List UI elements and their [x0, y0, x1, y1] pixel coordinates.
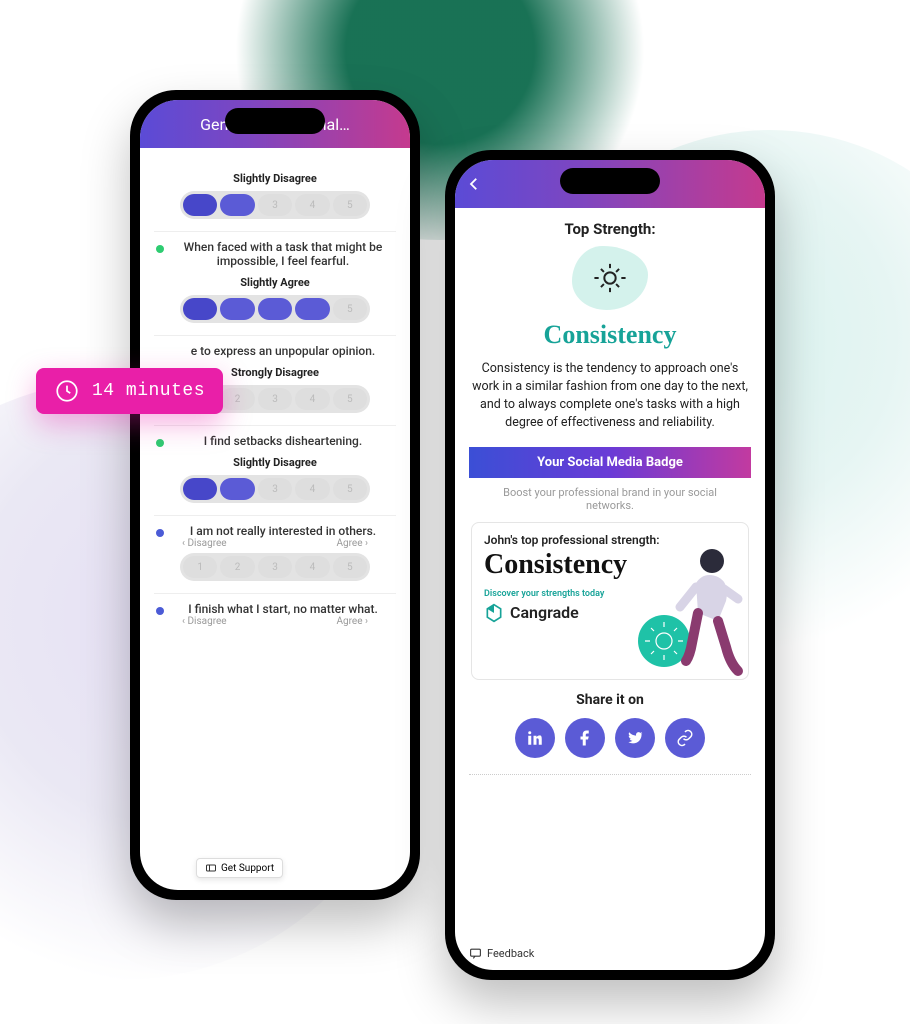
phone-survey: General M Personal… Slightly Disagree 34… — [130, 90, 420, 900]
scale-hints: Disagree Agree — [156, 616, 394, 627]
question-block: I find setbacks disheartening. Slightly … — [154, 426, 396, 516]
likert-slider[interactable]: 345 — [180, 475, 370, 503]
get-support-button[interactable]: Get Support — [196, 858, 283, 878]
time-badge: 14 minutes — [36, 368, 223, 414]
scale-hints: Disagree Agree — [156, 538, 394, 549]
social-badge-header: Your Social Media Badge — [469, 447, 751, 478]
strength-illustration — [572, 246, 648, 310]
status-dot-icon — [156, 529, 164, 537]
share-label: Share it on — [469, 692, 751, 708]
phone-report: Your eport Top Strength: Consistency Con… — [445, 150, 775, 980]
status-dot-icon — [156, 607, 164, 615]
strength-description: Consistency is the tendency to approach … — [469, 360, 751, 433]
cangrade-mark-icon — [484, 603, 504, 623]
strength-name: Consistency — [469, 320, 751, 350]
link-icon — [676, 729, 694, 747]
question-text: I am not really interested in others. — [172, 524, 394, 538]
share-linkedin-button[interactable] — [515, 718, 555, 758]
ticket-icon — [205, 862, 217, 874]
question-text: e to express an unpopular opinion. — [172, 344, 394, 358]
likert-slider[interactable]: 12345 — [180, 553, 370, 581]
person-walking-illustration — [626, 543, 746, 680]
back-arrow-icon[interactable] — [465, 175, 483, 193]
top-strength-label: Top Strength: — [469, 220, 751, 238]
question-block: I finish what I start, no matter what. D… — [154, 594, 396, 643]
share-twitter-button[interactable] — [615, 718, 655, 758]
phone-notch — [225, 108, 325, 134]
question-block: Slightly Disagree 345 — [154, 156, 396, 232]
question-block: When faced with a task that might be imp… — [154, 232, 396, 336]
social-badge-subtext: Boost your professional brand in your so… — [469, 478, 751, 522]
social-badge-card: John's top professional strength: Consis… — [471, 522, 749, 680]
question-text: I finish what I start, no matter what. — [172, 602, 394, 616]
twitter-icon — [626, 729, 644, 747]
likert-slider[interactable]: 345 — [180, 191, 370, 219]
phone-notch — [560, 168, 660, 194]
share-link-button[interactable] — [665, 718, 705, 758]
share-facebook-button[interactable] — [565, 718, 605, 758]
status-dot-icon — [156, 439, 164, 447]
question-text: When faced with a task that might be imp… — [172, 240, 394, 268]
answer-label: Slightly Disagree — [156, 172, 394, 185]
facebook-icon — [576, 729, 594, 747]
answer-label: Slightly Agree — [156, 276, 394, 289]
likert-slider[interactable]: 5 — [180, 295, 370, 323]
question-block: I am not really interested in others. Di… — [154, 516, 396, 594]
feedback-button[interactable]: Feedback — [469, 947, 534, 960]
question-text: I find setbacks disheartening. — [172, 434, 394, 448]
answer-label: Slightly Disagree — [156, 456, 394, 469]
linkedin-icon — [526, 729, 544, 747]
status-dot-icon — [156, 245, 164, 253]
sun-icon — [593, 261, 627, 295]
chat-icon — [469, 947, 482, 960]
time-badge-text: 14 minutes — [92, 381, 205, 401]
divider — [469, 774, 751, 775]
clock-icon — [54, 378, 80, 404]
